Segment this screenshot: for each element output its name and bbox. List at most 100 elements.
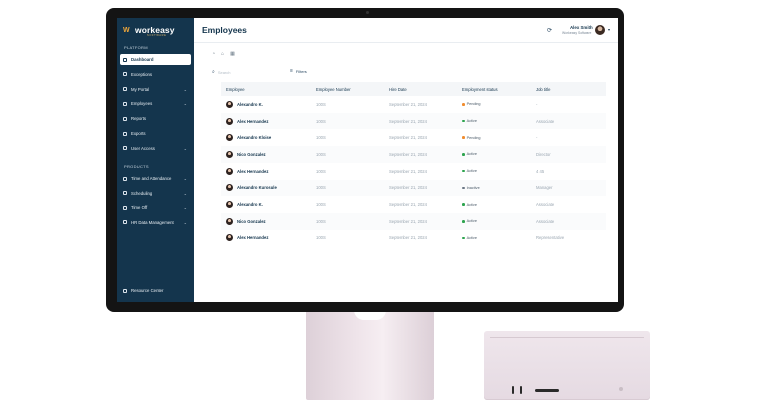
status-badge: Inactive [462, 186, 480, 190]
table-row[interactable]: Alexandro Kurosule 100S September 21, 2024… [221, 179, 606, 197]
table-row[interactable]: Nico Gonzalez 100S September 21, 2024 Activ… [221, 146, 606, 163]
employee-name[interactable]: Alexandro K. [237, 202, 263, 207]
sidebar-item-reports[interactable]: Reports [120, 113, 191, 124]
mini-computer [484, 331, 650, 400]
employee-name[interactable]: Alexandro Kurosule [237, 185, 277, 190]
webcam [366, 11, 369, 14]
search-input[interactable]: ⌕ Search [212, 68, 284, 76]
employee-number: 100S [316, 235, 326, 241]
table-row[interactable]: Alexandro K. 100S September 21, 2024 Pendin… [221, 96, 606, 113]
status-dot-icon [462, 153, 465, 156]
hire-date: September 21, 2024 [389, 101, 427, 107]
chevron-down-icon[interactable]: ▾ [608, 27, 610, 32]
chevron-down-icon[interactable]: ⌄ [184, 176, 187, 181]
refresh-icon[interactable]: ⟳ [547, 27, 552, 34]
status-label: Pending [466, 135, 481, 140]
reports-icon [123, 116, 127, 121]
status-label: Active [466, 235, 477, 240]
exceptions-icon [123, 72, 127, 77]
job-title: - [536, 135, 538, 141]
sidebar-item-user-access[interactable]: User Access ⌄ [120, 143, 191, 154]
chevron-down-icon[interactable]: ⌄ [184, 146, 187, 151]
employment-status: Active [462, 230, 477, 247]
chevron-down-icon[interactable]: ⌄ [184, 101, 187, 106]
chevron-down-icon[interactable]: ⌄ [184, 191, 187, 196]
sidebar-item-hr-data-management[interactable]: HR Data Management ⌄ [120, 217, 191, 228]
employment-status: Inactive [462, 180, 480, 197]
sidebar-item-time-off[interactable]: Time Off ⌄ [120, 202, 191, 213]
chevron-down-icon[interactable]: ⌄ [184, 87, 187, 92]
job-title: Associate [536, 202, 555, 208]
column-header-employee-number[interactable]: Employee Number [316, 87, 351, 92]
employees-table: Employee Employee Number Hire Date Emplo… [221, 82, 606, 242]
chevron-down-icon[interactable]: ⌄ [184, 220, 187, 225]
status-dot-icon [462, 169, 465, 173]
employee-avatar [226, 217, 233, 225]
sidebar-item-time-and-attendance[interactable]: Time and Attendance ⌄ [120, 173, 191, 184]
exports-icon [123, 131, 127, 136]
table-row[interactable]: Nico Gonzalez 100S September 21, 2024 Activ… [221, 212, 606, 230]
column-header-employment-status[interactable]: Employment status [462, 87, 498, 92]
user-company: Workeasy Software [562, 31, 592, 35]
table-row[interactable]: Alexandro Kloise 100S September 21, 2024 Pe… [221, 129, 606, 146]
status-badge: Active [462, 236, 477, 240]
column-header-hire-date[interactable]: Hire Date [389, 87, 407, 92]
hire-date: September 21, 2024 [389, 135, 427, 141]
employment-status: Pending [462, 129, 481, 146]
grid-icon[interactable]: ▦ [230, 51, 235, 57]
employee-name[interactable]: Alex Hernandez [237, 119, 268, 124]
employee-cell: Alex Hernandez [226, 230, 268, 247]
status-dot-icon [462, 203, 465, 206]
employee-avatar [226, 167, 233, 175]
employees-icon [123, 101, 127, 106]
employee-name[interactable]: Alexandro Kloise [237, 135, 271, 140]
employee-name[interactable]: Alexandro K. [237, 102, 263, 107]
filters-button[interactable]: ≡ Filters [290, 68, 307, 74]
person-icon[interactable]: ◔ [212, 51, 215, 57]
employee-cell: Alex Hernandez [226, 163, 268, 180]
employee-name[interactable]: Alex Hernandez [237, 235, 268, 240]
status-label: Active [466, 219, 477, 224]
hire-date: September 21, 2024 [389, 202, 427, 208]
status-label: Active [466, 202, 477, 207]
sidebar-item-employees[interactable]: Employees ⌄ [120, 98, 191, 109]
status-dot-icon [462, 186, 465, 190]
power-led [619, 387, 623, 391]
sidebar-item-label: Exports [131, 131, 146, 136]
platform-section-label: PLATFORM [124, 45, 148, 50]
sidebar-item-exceptions[interactable]: Exceptions [120, 69, 191, 80]
sidebar-item-scheduling[interactable]: Scheduling ⌄ [120, 188, 191, 199]
usb-port [512, 386, 514, 394]
chevron-down-icon[interactable]: ⌄ [184, 205, 187, 210]
time-off-icon [123, 205, 127, 210]
brand-tagline: SOFTWARE [147, 34, 167, 37]
employee-number: 100S [316, 218, 326, 224]
resource-center-link[interactable]: Resource Center [120, 288, 163, 293]
employee-avatar [226, 134, 233, 142]
column-header-job-title[interactable]: Job title [536, 87, 550, 92]
status-label: Pending [466, 102, 481, 107]
sidebar-item-exports[interactable]: Exports [120, 128, 191, 139]
resource-center-label: Resource Center [131, 288, 164, 293]
table-row[interactable]: Alex Hernandez 100S September 21, 2024 Acti… [221, 112, 606, 130]
main-content: Employees ⟳ Alex Smith Workeasy Software… [194, 18, 618, 302]
employee-name[interactable]: Alex Hernandez [237, 169, 268, 174]
sidebar-item-label: Dashboard [131, 57, 154, 62]
table-row[interactable]: Alex Hernandez 100S September 21, 2024 Acti… [221, 163, 606, 180]
org-chart-icon[interactable]: ⌂ [221, 51, 224, 57]
sidebar-item-dashboard[interactable]: Dashboard [120, 54, 191, 65]
employment-status: Active [462, 146, 477, 163]
employee-number: 100S [316, 202, 326, 208]
employee-name[interactable]: Nico Gonzalez [237, 219, 266, 224]
table-row[interactable]: Alex Hernandez 100S September 21, 2024 Acti… [221, 230, 606, 247]
sidebar-item-label: Time and Attendance [131, 176, 172, 181]
table-row[interactable]: Alexandro K. 100S September 21, 2024 Active… [221, 196, 606, 213]
employee-number: 100S [316, 168, 326, 174]
user-avatar[interactable] [595, 25, 605, 35]
status-badge: Active [462, 119, 477, 123]
sidebar-item-my-portal[interactable]: My Portal ⌄ [120, 84, 191, 95]
column-header-employee[interactable]: Employee [226, 87, 245, 92]
employee-cell: Nico Gonzalez [226, 146, 266, 163]
hr-data-icon [123, 220, 127, 225]
employee-name[interactable]: Nico Gonzalez [237, 152, 266, 157]
